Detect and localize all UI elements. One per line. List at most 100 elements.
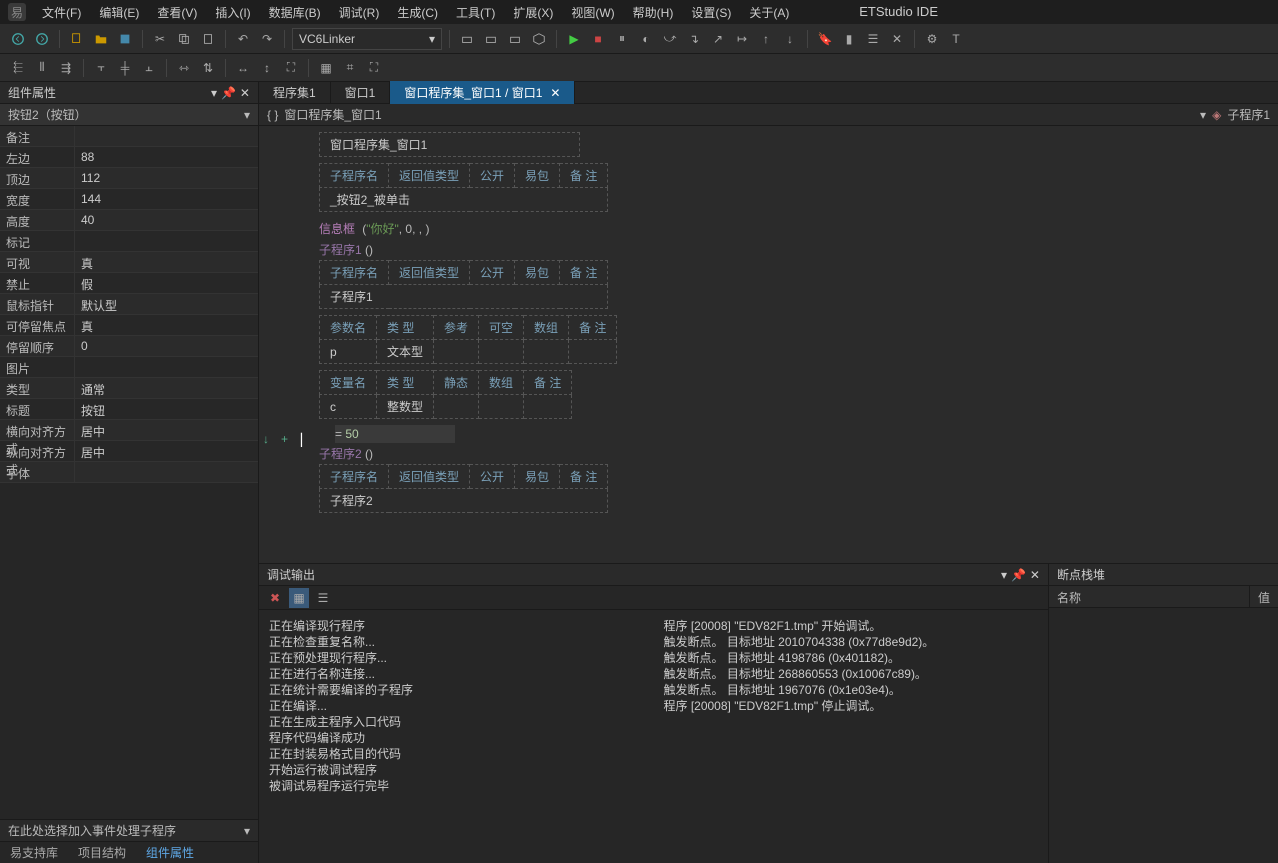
prop-row[interactable]: 可视真 xyxy=(0,252,258,273)
settings-icon[interactable]: ⚙ xyxy=(922,29,942,49)
menu-viewport[interactable]: 视图(W) xyxy=(563,1,622,24)
step-into-icon[interactable]: ↴ xyxy=(684,29,704,49)
menu-settings[interactable]: 设置(S) xyxy=(683,1,739,24)
linker-combo[interactable]: VC6Linker▾ xyxy=(292,28,442,50)
prop-value[interactable]: 0 xyxy=(75,336,258,356)
breadcrumb-left[interactable]: 窗口程序集_窗口1 xyxy=(284,106,381,123)
prop-row[interactable]: 鼠标指针默认型 xyxy=(0,294,258,315)
bookmark-clear-icon[interactable]: ✕ xyxy=(887,29,907,49)
paste-icon[interactable] xyxy=(198,29,218,49)
step-out-icon[interactable]: ↗ xyxy=(708,29,728,49)
align-vcenter-icon[interactable]: ╪ xyxy=(115,58,135,78)
text-tool-icon[interactable]: T xyxy=(946,29,966,49)
dbg-wrap-icon[interactable]: ▦ xyxy=(289,588,309,608)
prop-value[interactable]: 居中 xyxy=(75,441,258,461)
file-tab-1[interactable]: 程序集1 xyxy=(259,81,331,104)
dbg-clear-icon[interactable]: ✖ xyxy=(265,588,285,608)
save-icon[interactable] xyxy=(115,29,135,49)
nav-fwd-icon[interactable] xyxy=(32,29,52,49)
panel-pin-icon[interactable]: 📌 xyxy=(221,86,236,100)
prop-row[interactable]: 停留顺序0 xyxy=(0,336,258,357)
copy-icon[interactable] xyxy=(174,29,194,49)
menu-about[interactable]: 关于(A) xyxy=(741,1,797,24)
bookmark-list-icon[interactable]: ☰ xyxy=(863,29,883,49)
dbg-filter-icon[interactable]: ☰ xyxy=(313,588,333,608)
tab-project-struct[interactable]: 项目结构 xyxy=(72,842,132,863)
align-right-icon[interactable]: ⇶ xyxy=(56,58,76,78)
code-editor[interactable]: 窗口程序集_窗口1 子程序名返回值类型公开易包备 注 _按钮2_被单击 信息框 … xyxy=(259,126,1278,563)
grid-icon[interactable]: ▦ xyxy=(316,58,336,78)
menu-ext[interactable]: 扩展(X) xyxy=(505,1,561,24)
menu-insert[interactable]: 插入(I) xyxy=(207,1,258,24)
menu-database[interactable]: 数据库(B) xyxy=(261,1,329,24)
panel-dropdown-icon[interactable]: ▾ xyxy=(211,86,217,100)
align-left-icon[interactable]: ⬱ xyxy=(8,58,28,78)
menu-help[interactable]: 帮助(H) xyxy=(625,1,682,24)
step-continue-icon[interactable]: ↦ xyxy=(732,29,752,49)
tab-support-lib[interactable]: 易支持库 xyxy=(4,842,64,863)
build2-icon[interactable] xyxy=(481,29,501,49)
tab-close-icon[interactable]: ✕ xyxy=(550,86,560,100)
build3-icon[interactable] xyxy=(505,29,525,49)
prop-row[interactable]: 标题按钮 xyxy=(0,399,258,420)
step-down-icon[interactable]: ↓ xyxy=(780,29,800,49)
bookmark-icon[interactable]: ▮ xyxy=(839,29,859,49)
file-tab-2[interactable]: 窗口1 xyxy=(331,81,391,104)
menu-build[interactable]: 生成(C) xyxy=(389,1,446,24)
package-icon[interactable] xyxy=(529,29,549,49)
prop-value[interactable]: 按钮 xyxy=(75,399,258,419)
prop-row[interactable]: 禁止假 xyxy=(0,273,258,294)
prop-value[interactable] xyxy=(75,126,258,146)
file-tab-3[interactable]: 窗口程序集_窗口1 / 窗口1✕ xyxy=(390,81,575,104)
snap-icon[interactable]: ⌗ xyxy=(340,58,360,78)
panel-dropdown-icon[interactable]: ▾ xyxy=(1001,568,1007,582)
cut-icon[interactable]: ✂ xyxy=(150,29,170,49)
nav-back-icon[interactable] xyxy=(8,29,28,49)
breakpoint-icon[interactable]: ◐ xyxy=(636,29,656,49)
new-icon[interactable] xyxy=(67,29,87,49)
prop-row[interactable]: 左边88 xyxy=(0,147,258,168)
same-width-icon[interactable]: ↔ xyxy=(233,58,253,78)
menu-view[interactable]: 查看(V) xyxy=(149,1,205,24)
prop-value[interactable]: 假 xyxy=(75,273,258,293)
prop-row[interactable]: 标记 xyxy=(0,231,258,252)
run-icon[interactable]: ▶ xyxy=(564,29,584,49)
step-over-icon[interactable]: ⤻ xyxy=(660,29,680,49)
tab-component-props[interactable]: 组件属性 xyxy=(140,842,200,863)
prop-value[interactable]: 居中 xyxy=(75,420,258,440)
prop-row[interactable]: 高度40 xyxy=(0,210,258,231)
prop-value[interactable] xyxy=(75,357,258,377)
breadcrumb-right[interactable]: 子程序1 xyxy=(1227,106,1270,123)
prop-row[interactable]: 图片 xyxy=(0,357,258,378)
open-icon[interactable] xyxy=(91,29,111,49)
prop-row[interactable]: 纵向对齐方式居中 xyxy=(0,441,258,462)
stop-icon[interactable]: ■ xyxy=(588,29,608,49)
menu-edit[interactable]: 编辑(E) xyxy=(91,1,147,24)
prop-value[interactable]: 通常 xyxy=(75,378,258,398)
pause-icon[interactable]: ⏸ xyxy=(612,29,632,49)
prop-row[interactable]: 类型通常 xyxy=(0,378,258,399)
align-bottom-icon[interactable]: ⫠ xyxy=(139,58,159,78)
panel-pin-icon[interactable]: 📌 xyxy=(1011,568,1026,582)
prop-value[interactable]: 112 xyxy=(75,168,258,188)
menu-tools[interactable]: 工具(T) xyxy=(448,1,503,24)
same-height-icon[interactable]: ↕ xyxy=(257,58,277,78)
prop-row[interactable]: 可停留焦点真 xyxy=(0,315,258,336)
same-size-icon[interactable]: ⛶ xyxy=(281,58,301,78)
dist-v-icon[interactable]: ⇅ xyxy=(198,58,218,78)
prop-row[interactable]: 宽度144 xyxy=(0,189,258,210)
build-icon[interactable] xyxy=(457,29,477,49)
prop-value[interactable]: 默认型 xyxy=(75,294,258,314)
undo-icon[interactable]: ↶ xyxy=(233,29,253,49)
chevron-down-icon[interactable]: ▾ xyxy=(1200,108,1206,122)
redo-icon[interactable]: ↷ xyxy=(257,29,277,49)
prop-row[interactable]: 字体 xyxy=(0,462,258,483)
bookmark-add-icon[interactable]: 🔖 xyxy=(815,29,835,49)
prop-value[interactable]: 88 xyxy=(75,147,258,167)
prop-row[interactable]: 横向对齐方式居中 xyxy=(0,420,258,441)
dist-h-icon[interactable]: ⇿ xyxy=(174,58,194,78)
align-top-icon[interactable]: ⫟ xyxy=(91,58,111,78)
prop-value[interactable]: 真 xyxy=(75,315,258,335)
chevron-down-icon[interactable]: ▾ xyxy=(244,824,250,838)
prop-value[interactable]: 40 xyxy=(75,210,258,230)
